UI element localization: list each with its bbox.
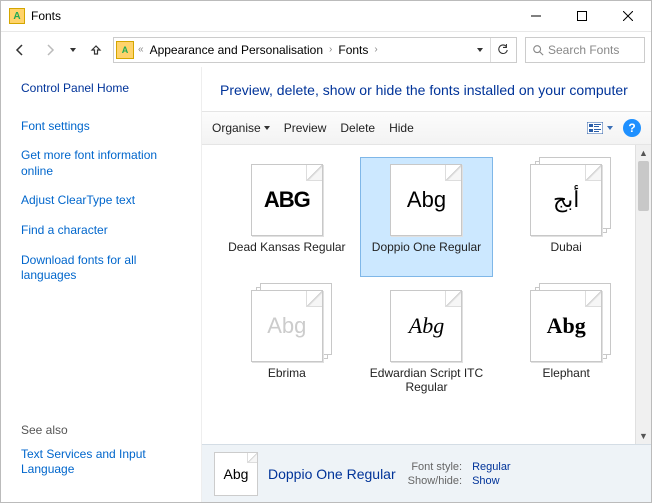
sidebar-link-download-fonts[interactable]: Download fonts for all languages (21, 253, 189, 284)
toolbar: Organise Preview Delete Hide ? (202, 111, 651, 145)
address-dropdown[interactable] (470, 37, 490, 63)
font-label: Edwardian Script ITC Regular (365, 366, 489, 396)
sidebar-link-more-info[interactable]: Get more font information online (21, 148, 189, 179)
font-sample: Abg (409, 313, 444, 339)
window-title: Fonts (31, 9, 61, 23)
close-button[interactable] (605, 1, 651, 31)
see-also-label: See also (21, 423, 189, 437)
search-placeholder: Search Fonts (548, 43, 619, 57)
font-sample: أبج (553, 187, 579, 213)
details-showhide-value: Show (472, 475, 511, 487)
details-showhide-label: Show/hide: (408, 475, 462, 487)
chevron-right-icon[interactable]: › (374, 44, 377, 55)
fonts-folder-icon: A (9, 8, 25, 24)
view-options[interactable] (587, 122, 613, 134)
forward-button[interactable] (37, 37, 63, 63)
details-pane: Abg Doppio One Regular Font style: Regul… (202, 444, 651, 502)
font-sample: Abg (547, 313, 586, 339)
address-bar[interactable]: A « Appearance and Personalisation › Fon… (113, 37, 517, 63)
font-item[interactable]: Abg Doppio One Regular (360, 157, 494, 277)
font-tile-icon: ABG (251, 164, 323, 236)
font-tile-icon: Abg (390, 164, 462, 236)
sidebar-link-find-character[interactable]: Find a character (21, 223, 189, 239)
font-item[interactable]: ABG Dead Kansas Regular (220, 157, 354, 277)
font-tile-icon: Abg (530, 290, 602, 362)
history-dropdown[interactable] (67, 37, 79, 63)
sidebar-link-font-settings[interactable]: Font settings (21, 119, 189, 135)
font-item[interactable]: Abg Edwardian Script ITC Regular (360, 283, 494, 403)
search-input[interactable]: Search Fonts (525, 37, 645, 63)
sidebar-link-cleartype[interactable]: Adjust ClearType text (21, 193, 189, 209)
search-icon (532, 44, 544, 56)
maximize-button[interactable] (559, 1, 605, 31)
main-pane: Preview, delete, show or hide the fonts … (201, 67, 651, 502)
control-panel-home-link[interactable]: Control Panel Home (21, 81, 189, 97)
breadcrumb-fonts[interactable]: Fonts (332, 43, 374, 57)
font-label: Doppio One Regular (372, 240, 481, 270)
address-folder-icon: A (116, 41, 134, 59)
scroll-up-icon[interactable]: ▲ (636, 145, 651, 161)
font-sample: Abg (407, 187, 446, 213)
sidebar-link-text-services[interactable]: Text Services and Input Language (21, 447, 189, 478)
details-fontstyle-label: Font style: (408, 461, 462, 473)
navigation-bar: A « Appearance and Personalisation › Fon… (1, 31, 651, 67)
page-heading: Preview, delete, show or hide the fonts … (202, 67, 651, 111)
font-label: Dubai (550, 240, 581, 270)
font-tile-icon: Abg (390, 290, 462, 362)
preview-button[interactable]: Preview (284, 121, 327, 135)
breadcrumb-appearance[interactable]: Appearance and Personalisation (144, 43, 329, 57)
title-bar: A Fonts (1, 1, 651, 31)
details-font-name: Doppio One Regular (268, 466, 396, 482)
font-sample: ABG (264, 187, 310, 213)
help-button[interactable]: ? (623, 119, 641, 137)
delete-button[interactable]: Delete (340, 121, 375, 135)
vertical-scrollbar[interactable]: ▲ ▼ (635, 145, 651, 444)
font-sample: Abg (267, 313, 306, 339)
minimize-button[interactable] (513, 1, 559, 31)
up-button[interactable] (83, 37, 109, 63)
font-tile-icon: أبج (530, 164, 602, 236)
organise-menu[interactable]: Organise (212, 121, 270, 135)
back-button[interactable] (7, 37, 33, 63)
font-label: Dead Kansas Regular (228, 240, 345, 270)
sidebar: Control Panel Home Font settings Get mor… (1, 67, 201, 502)
scroll-down-icon[interactable]: ▼ (636, 428, 651, 444)
details-fontstyle-value: Regular (472, 461, 511, 473)
font-item[interactable]: Abg Ebrima (220, 283, 354, 403)
scrollbar-thumb[interactable] (638, 161, 649, 211)
hide-button[interactable]: Hide (389, 121, 414, 135)
font-label: Elephant (542, 366, 589, 396)
font-grid: ABG Dead Kansas Regular Abg Doppio One Regu… (202, 145, 651, 415)
font-tile-icon: Abg (251, 290, 323, 362)
details-preview-icon: Abg (214, 452, 258, 496)
font-label: Ebrima (268, 366, 306, 396)
font-item[interactable]: أبج Dubai (499, 157, 633, 277)
font-item[interactable]: Abg Elephant (499, 283, 633, 403)
refresh-button[interactable] (490, 38, 514, 62)
